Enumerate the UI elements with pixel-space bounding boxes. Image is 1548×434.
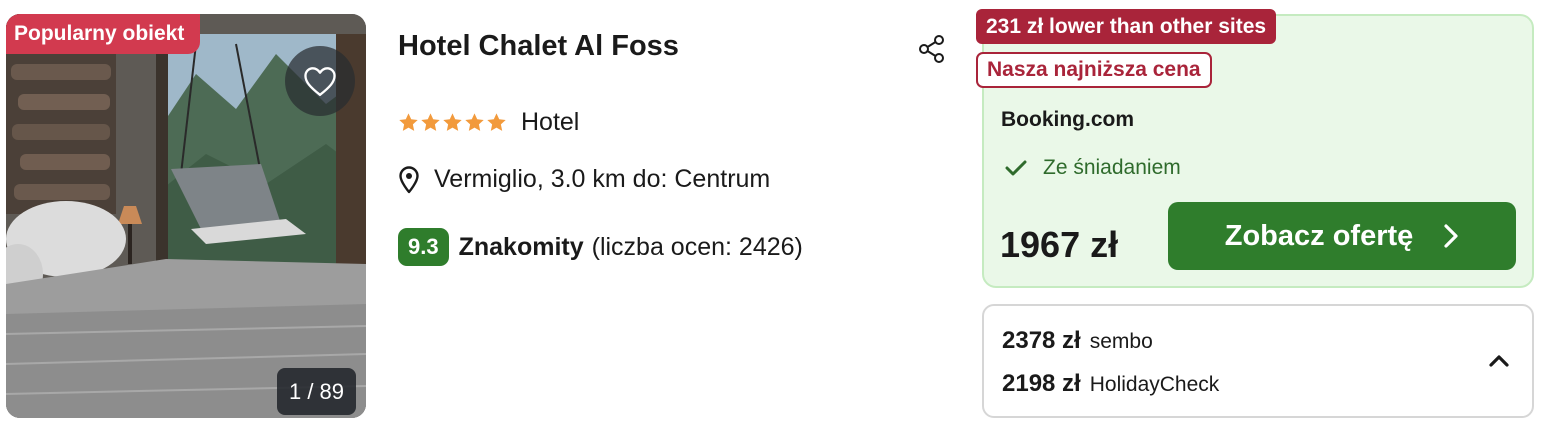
share-button[interactable] [915, 32, 949, 66]
other-offer-provider: HolidayCheck [1089, 373, 1220, 396]
star-icon [487, 113, 506, 131]
view-offer-button[interactable]: Zobacz ofertę [1168, 202, 1516, 270]
location-row[interactable]: Vermiglio, 3.0 km do: Centrum [398, 165, 770, 194]
rating-count: (liczba ocen: 2426) [591, 232, 803, 261]
deal-provider: Booking.com [1001, 108, 1135, 131]
rating-row[interactable]: 9.3 Znakomity (liczba ocen: 2426) [398, 228, 803, 266]
location-text: Vermiglio, 3.0 km do: Centrum [434, 165, 771, 193]
other-offer-row[interactable]: 2198 zł HolidayCheck [1002, 370, 1219, 398]
chevron-up-icon [1489, 355, 1509, 367]
collapse-offers-button[interactable] [1484, 346, 1514, 376]
property-type: Hotel [521, 108, 580, 136]
heart-icon [304, 67, 336, 96]
star-icon [443, 113, 462, 131]
rating-label: Znakomity [458, 232, 584, 261]
popular-badge: Popularny obiekt [6, 14, 201, 54]
hotel-class-row: Hotel [398, 108, 579, 137]
score-badge: 9.3 [398, 228, 449, 266]
hotel-photo[interactable]: Popularny obiekt 1 / 89 [6, 14, 366, 418]
deal-perk: Ze śniadaniem [1005, 156, 1181, 180]
other-offer-price: 2378 zł [1002, 327, 1081, 354]
star-icon [465, 113, 484, 131]
other-offer-price: 2198 zł [1002, 370, 1081, 397]
star-icon [399, 113, 418, 131]
deal-price: 1967 zł [1000, 224, 1119, 265]
star-icon [421, 113, 440, 131]
photo-counter: 1 / 89 [277, 368, 356, 415]
other-offer-row[interactable]: 2378 zł sembo [1002, 327, 1153, 355]
check-icon [1005, 159, 1027, 177]
hotel-name[interactable]: Hotel Chalet Al Foss [398, 30, 679, 63]
other-offers-panel[interactable]: 2378 zł sembo 2198 zł HolidayCheck [982, 304, 1534, 418]
lowest-price-tag: Nasza najniższa cena [976, 52, 1212, 88]
share-icon [919, 35, 944, 63]
star-rating [398, 112, 507, 133]
favorite-button[interactable] [285, 46, 355, 116]
map-pin-icon [398, 165, 420, 194]
other-offer-provider: sembo [1089, 330, 1153, 353]
perk-label: Ze śniadaniem [1043, 156, 1181, 179]
chevron-right-icon [1443, 223, 1459, 249]
view-offer-label: Zobacz ofertę [1224, 219, 1414, 252]
savings-tag: 231 zł lower than other sites [976, 9, 1277, 44]
